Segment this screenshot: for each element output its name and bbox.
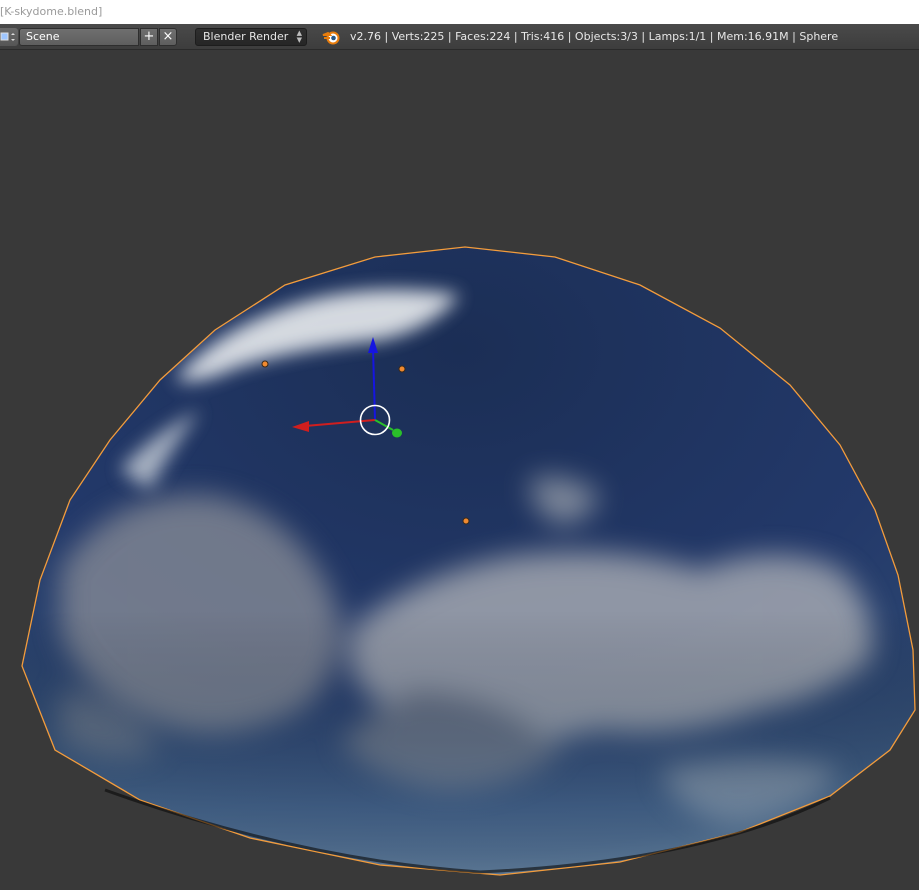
render-engine-select[interactable]: Blender Render ▲ ▼ [195, 28, 307, 46]
scene-add-button[interactable]: + [140, 28, 158, 46]
vertex-point[interactable] [462, 517, 470, 525]
window-title: [K-skydome.blend] [0, 0, 919, 24]
editor-type-button[interactable] [0, 28, 18, 46]
3d-view-icon [0, 32, 15, 41]
vertex-point[interactable] [398, 365, 406, 373]
info-header: Scene + × Blender Render ▲ ▼ v2.76 | Vert… [0, 24, 919, 50]
scene-remove-button[interactable]: × [159, 28, 177, 46]
skydome-mesh[interactable] [0, 230, 919, 890]
updown-arrows-icon: ▲ ▼ [296, 29, 302, 44]
plus-icon: + [143, 29, 155, 44]
3d-viewport[interactable] [0, 50, 919, 890]
scene-name-field[interactable]: Scene [19, 28, 139, 46]
x-icon: × [162, 29, 174, 44]
y-axis-arrow-icon[interactable] [392, 428, 402, 438]
render-engine-label: Blender Render [203, 30, 289, 43]
viewport-canvas[interactable] [0, 50, 919, 890]
vertex-point[interactable] [261, 360, 269, 368]
scene-statistics: v2.76 | Verts:225 | Faces:224 | Tris:416… [350, 30, 839, 43]
blender-logo-icon [322, 31, 340, 45]
